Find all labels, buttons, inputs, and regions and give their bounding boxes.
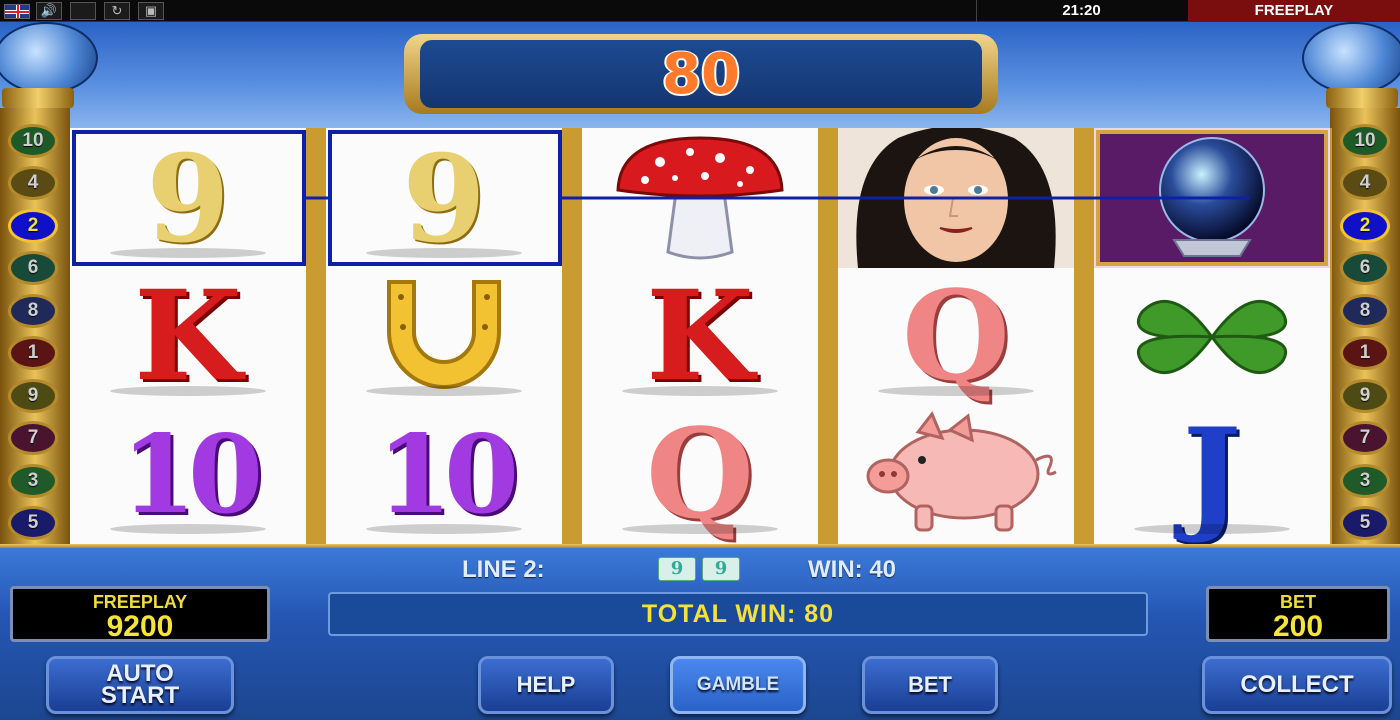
- line-label: LINE 2:: [462, 556, 545, 583]
- refresh-icon[interactable]: ↻: [104, 2, 130, 20]
- pillar-cap-right: [1326, 88, 1398, 108]
- game-mode-label: FREEPLAY: [1188, 0, 1400, 22]
- crystal-orb-right-icon: [1302, 22, 1400, 94]
- line-win-label: WIN: 40: [808, 556, 897, 583]
- pillar-cap-left: [2, 88, 74, 108]
- payline-marker-1[interactable]: 1: [8, 336, 58, 371]
- auto-start-button[interactable]: AUTO START: [46, 656, 234, 714]
- payline-marker-7[interactable]: 7: [8, 421, 58, 456]
- credit-value: 9200: [106, 610, 174, 643]
- win-amount: 80: [662, 41, 740, 107]
- payline-marker-4[interactable]: 4: [8, 166, 58, 201]
- win-display: 80: [404, 34, 998, 114]
- payline-markers-left: 10 4 2 6 8 1 9 7 3 5: [8, 124, 60, 540]
- payline-marker-3[interactable]: 3: [8, 463, 58, 498]
- top-status-bar: 🔊 ↻ ▣ 21:20 FREEPLAY: [0, 0, 1400, 22]
- credit-label: FREEPLAY: [92, 592, 188, 612]
- bet-meter: BET 200: [1206, 586, 1390, 642]
- payline-markers-right: 10 4 2 6 8 1 9 7 3 5: [1340, 124, 1392, 540]
- bet-value: 200: [1272, 610, 1324, 643]
- window-icon[interactable]: [70, 2, 96, 20]
- collect-button[interactable]: COLLECT: [1202, 656, 1392, 714]
- payline-marker-10[interactable]: 10: [8, 124, 58, 158]
- payline-marker-5[interactable]: 5: [8, 505, 58, 540]
- payline-marker-6[interactable]: 6: [8, 251, 58, 286]
- total-win-text: TOTAL WIN: 80: [641, 599, 835, 628]
- payline-marker-2[interactable]: 2: [1340, 208, 1390, 243]
- payline-marker-9[interactable]: 9: [1340, 378, 1390, 413]
- payline-marker-6[interactable]: 6: [1340, 251, 1390, 286]
- payline-marker-8[interactable]: 8: [8, 293, 58, 328]
- payline-marker-7[interactable]: 7: [1340, 421, 1390, 456]
- mini-nine-icon: 9: [658, 557, 696, 581]
- credit-meter: FREEPLAY 9200: [10, 586, 270, 642]
- payline-marker-5[interactable]: 5: [1340, 505, 1390, 540]
- reel-area: 9 K 10 9 10 K Q Q J: [70, 128, 1332, 544]
- clock: 21:20: [976, 0, 1186, 22]
- speaker-icon[interactable]: 🔊: [36, 2, 62, 20]
- payline-marker-8[interactable]: 8: [1340, 293, 1390, 328]
- bet-button[interactable]: BET: [862, 656, 998, 714]
- uk-flag-icon[interactable]: [4, 4, 30, 19]
- payline-2: [304, 196, 1250, 200]
- help-button[interactable]: HELP: [478, 656, 614, 714]
- payline-marker-9[interactable]: 9: [8, 378, 58, 413]
- payline-marker-10[interactable]: 10: [1340, 124, 1390, 158]
- fullscreen-icon[interactable]: ▣: [138, 2, 164, 20]
- payline-marker-2[interactable]: 2: [8, 208, 58, 243]
- payline-marker-1[interactable]: 1: [1340, 336, 1390, 371]
- total-win-bar: TOTAL WIN: 80: [328, 592, 1148, 636]
- payline-marker-3[interactable]: 3: [1340, 463, 1390, 498]
- payline-marker-4[interactable]: 4: [1340, 166, 1390, 201]
- mini-nine-icon: 9: [702, 557, 740, 581]
- gamble-button[interactable]: GAMBLE: [670, 656, 806, 714]
- bet-label: BET: [1280, 592, 1316, 612]
